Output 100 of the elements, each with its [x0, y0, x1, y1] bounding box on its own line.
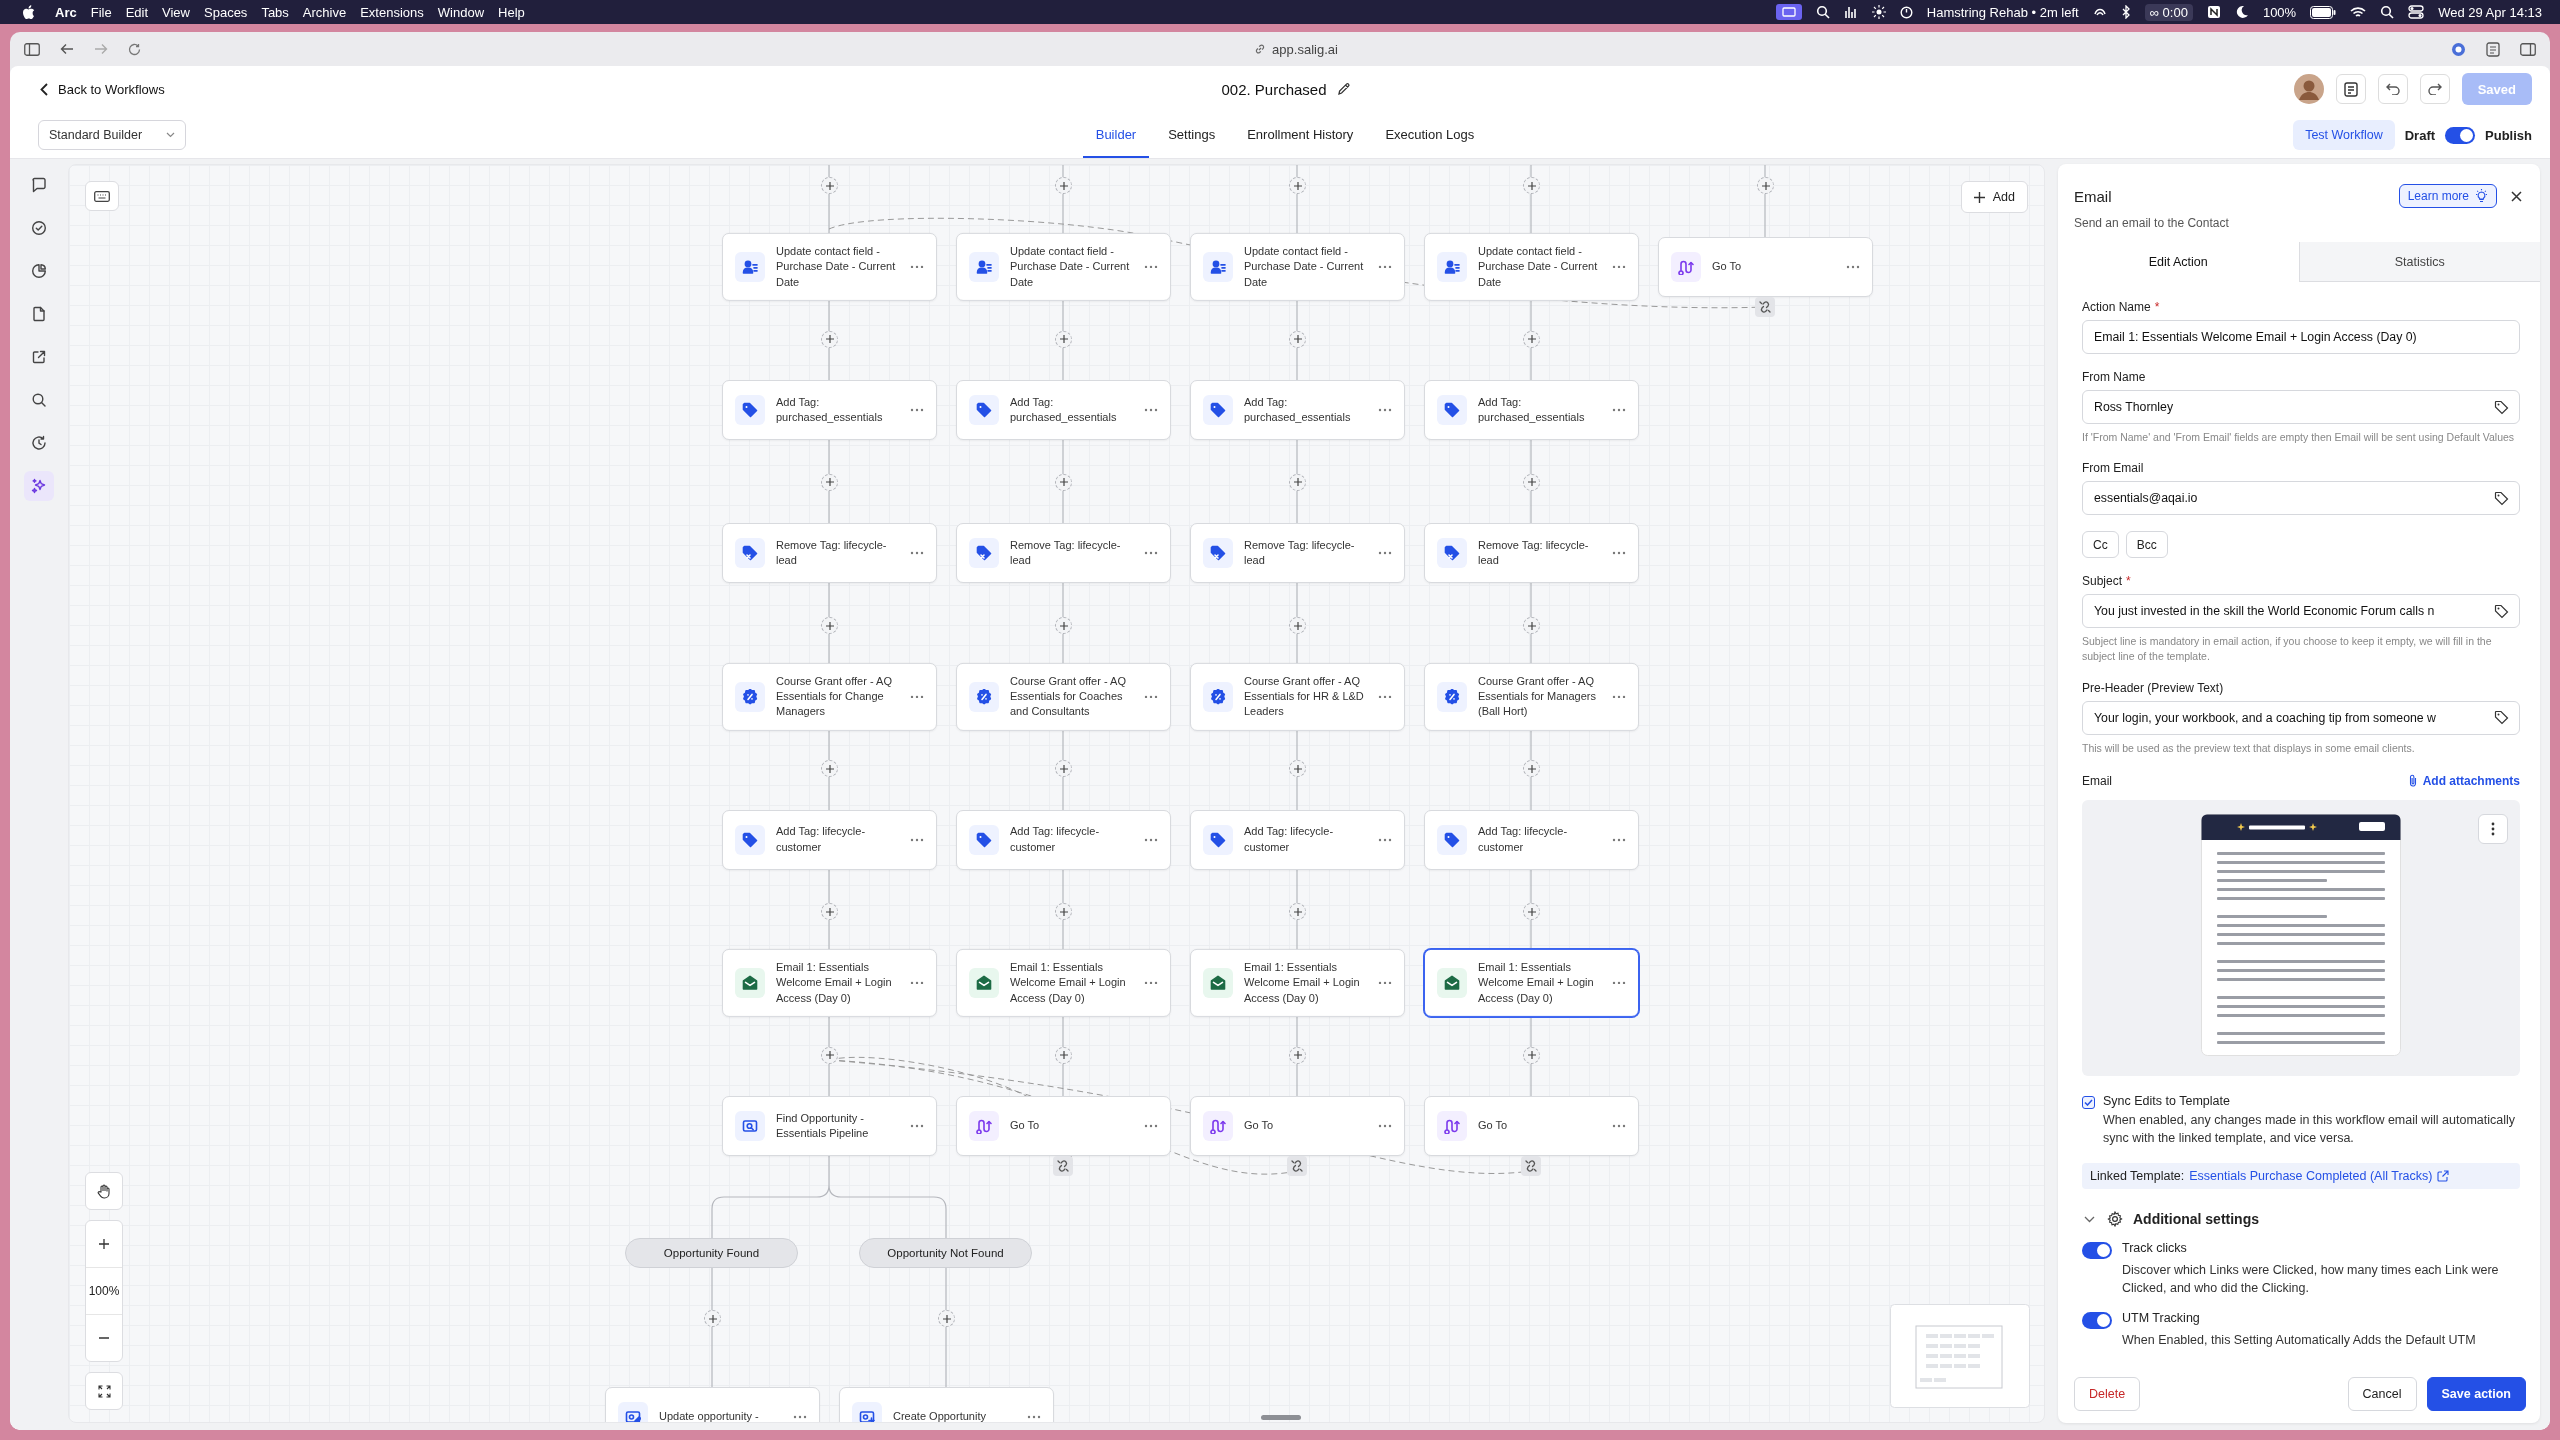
add-step-button[interactable]	[821, 330, 838, 348]
back-link[interactable]: Back to Workflows	[40, 81, 165, 97]
learn-more-button[interactable]: Learn more	[2398, 184, 2497, 208]
add-step-button[interactable]	[1523, 617, 1540, 634]
more-icon[interactable]	[1144, 694, 1158, 699]
more-icon[interactable]	[1144, 265, 1158, 269]
add-step-button[interactable]	[1523, 903, 1540, 921]
add-step-button[interactable]	[1055, 177, 1072, 194]
control-center-icon[interactable]	[2408, 5, 2425, 19]
builder-select[interactable]: Standard Builder	[38, 120, 186, 150]
address-bar[interactable]: app.salig.ai	[1272, 41, 1338, 57]
more-icon[interactable]	[1144, 1124, 1158, 1129]
menu-item[interactable]: Help	[498, 4, 525, 20]
add-step-button[interactable]	[821, 903, 838, 921]
broken-link-icon[interactable]	[1521, 1156, 1541, 1177]
add-step-button[interactable]	[1289, 1046, 1306, 1064]
more-icon[interactable]	[1027, 1415, 1041, 1419]
workflow-step[interactable]: Add Tag: lifecycle-customer	[956, 809, 1171, 870]
add-step-button[interactable]	[1055, 760, 1072, 778]
apple-logo-icon[interactable]	[22, 4, 35, 20]
add-step-button[interactable]	[1055, 1046, 1072, 1064]
add-step-button[interactable]	[821, 177, 838, 194]
save-action-button[interactable]: Save action	[2426, 1377, 2526, 1411]
sync-checkbox[interactable]	[2082, 1095, 2095, 1109]
linked-template-link[interactable]: Essentials Purchase Completed (All Tracks)	[2189, 1169, 2450, 1184]
more-icon[interactable]	[910, 408, 924, 413]
tag-icon[interactable]	[2494, 399, 2509, 415]
add-step-button[interactable]	[821, 760, 838, 778]
branch-label[interactable]: Opportunity Not Found	[859, 1238, 1032, 1268]
pencil-icon[interactable]	[1336, 82, 1351, 96]
workflow-step[interactable]: Update contact field - Purchase Date - Current Date	[1190, 232, 1405, 302]
redo-button[interactable]	[2419, 74, 2450, 104]
workflow-step[interactable]: Course Grant offer - AQ Essentials for Change Managers	[722, 662, 937, 731]
workflow-step[interactable]: Update contact field - Purchase Date - Current Date	[1424, 232, 1639, 302]
workflow-step[interactable]: Add Tag: lifecycle-customer	[1190, 809, 1405, 870]
more-icon[interactable]	[1144, 837, 1158, 842]
input-field[interactable]: Email 1: Essentials Welcome Email + Login Access (Day 0)	[2082, 320, 2520, 354]
input-field[interactable]: Your login, your workbook, and a coaching tip from someone w	[2082, 700, 2520, 735]
input-field[interactable]: essentials@aqai.io	[2082, 481, 2520, 516]
more-icon[interactable]	[910, 551, 924, 556]
scrollbar-handle[interactable]	[1261, 1415, 1301, 1420]
more-icon[interactable]	[1378, 837, 1392, 842]
more-icon[interactable]	[1612, 551, 1626, 556]
workflow-step[interactable]: Remove Tag: lifecycle-lead	[956, 523, 1171, 584]
workflow-step[interactable]: Course Grant offer - AQ Essentials for HR & L&D Leaders	[1190, 662, 1405, 731]
broken-link-icon[interactable]	[1755, 297, 1775, 317]
workflow-step[interactable]: Find Opportunity - Essentials Pipeline	[722, 1096, 937, 1157]
more-icon[interactable]	[1378, 265, 1392, 269]
bluetooth-icon[interactable]	[2120, 5, 2131, 19]
tab[interactable]: Settings	[1155, 112, 1229, 158]
input-field[interactable]: Ross Thornley	[2082, 390, 2520, 424]
menu-item[interactable]: Archive	[302, 4, 347, 20]
search-icon[interactable]	[1815, 5, 1830, 19]
timer-status[interactable]: ∞ 0:00	[2144, 3, 2193, 21]
menu-item[interactable]: File	[90, 4, 112, 20]
pan-button[interactable]	[85, 1172, 123, 1210]
add-step-button[interactable]	[1523, 177, 1540, 194]
more-icon[interactable]	[910, 837, 924, 842]
more-icon[interactable]	[910, 265, 924, 269]
copy-recipient-button[interactable]: Bcc	[2125, 531, 2168, 559]
add-step-button[interactable]	[1289, 473, 1306, 491]
add-step-button[interactable]	[821, 617, 838, 634]
undo-button[interactable]	[2377, 74, 2408, 104]
tab[interactable]: Enrollment History	[1234, 112, 1367, 158]
moon-icon[interactable]	[2234, 5, 2249, 19]
workflow-step[interactable]: Email 1: Essentials Welcome Email + Login Access (Day 0)	[1190, 948, 1405, 1018]
more-icon[interactable]	[910, 694, 924, 699]
battery-icon[interactable]	[2310, 5, 2337, 19]
more-icon[interactable]	[1144, 981, 1158, 985]
setting-toggle[interactable]	[2082, 1312, 2112, 1330]
setting-toggle[interactable]	[2082, 1242, 2112, 1260]
add-step-button[interactable]	[821, 1046, 838, 1064]
more-icon[interactable]	[1612, 1124, 1626, 1129]
workflow-step[interactable]: Add Tag: purchased_essentials	[722, 380, 937, 441]
delete-button[interactable]: Delete	[2074, 1377, 2141, 1411]
add-step-button[interactable]	[1523, 330, 1540, 348]
workflow-step[interactable]: Email 1: Essentials Welcome Email + Login Access (Day 0)	[722, 948, 937, 1018]
workflow-step[interactable]: Add Tag: lifecycle-customer	[722, 809, 937, 870]
workflow-step[interactable]: Update contact field - Purchase Date - Current Date	[956, 232, 1171, 302]
add-step-button[interactable]	[1289, 330, 1306, 348]
workflow-step[interactable]: Remove Tag: lifecycle-lead	[1190, 523, 1405, 584]
more-icon[interactable]	[1612, 837, 1626, 842]
search-icon[interactable]	[2380, 5, 2395, 19]
more-icon[interactable]	[1144, 551, 1158, 556]
add-step-button[interactable]	[1289, 903, 1306, 921]
add-step-button[interactable]	[1055, 617, 1072, 634]
add-attachments-link[interactable]: Add attachments	[2408, 773, 2520, 788]
workflow-step[interactable]: Go To	[956, 1096, 1171, 1157]
more-icon[interactable]	[1378, 981, 1392, 985]
workflow-step[interactable]: Email 1: Essentials Welcome Email + Login Access (Day 0)	[956, 948, 1171, 1018]
add-step-button[interactable]	[1289, 760, 1306, 778]
workflow-step[interactable]: Go To	[1424, 1096, 1639, 1157]
sidebar-button[interactable]	[24, 471, 54, 501]
more-icon[interactable]	[1378, 1124, 1392, 1129]
tag-icon[interactable]	[2494, 490, 2509, 506]
more-icon[interactable]	[910, 1124, 924, 1129]
add-step-button[interactable]	[1523, 760, 1540, 778]
workflow-step[interactable]: Remove Tag: lifecycle-lead	[722, 523, 937, 584]
add-step-button[interactable]	[1757, 177, 1774, 194]
add-button[interactable]: Add	[1960, 181, 2028, 213]
